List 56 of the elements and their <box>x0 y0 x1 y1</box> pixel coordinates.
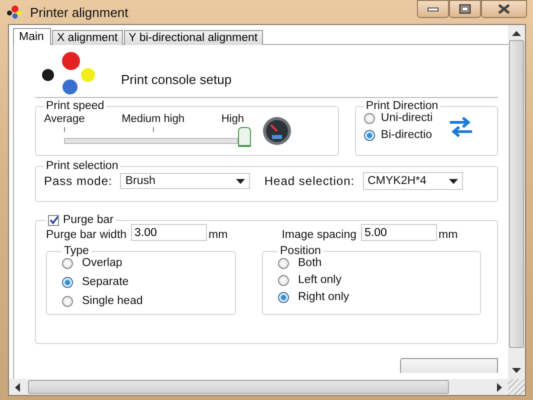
horizontal-scrollbar[interactable] <box>9 379 508 395</box>
slider-thumb[interactable] <box>238 127 251 147</box>
section-heading: Print console setup <box>121 72 232 86</box>
radio-option[interactable]: Bi-directio <box>364 129 443 141</box>
tab[interactable]: Main <box>13 28 51 45</box>
scroll-left-icon <box>15 382 20 392</box>
scroll-down-icon <box>512 368 521 373</box>
radio-option[interactable]: Single head <box>62 295 227 307</box>
radio-option[interactable]: Right only <box>278 291 472 303</box>
scroll-right-icon <box>497 382 502 392</box>
maximize-button[interactable] <box>449 0 481 18</box>
head-selection-dropdown[interactable]: CMYK2H*4 <box>362 172 463 190</box>
tick-label: Medium high <box>122 113 185 125</box>
printer-dots-icon <box>6 5 22 19</box>
tick-mark <box>152 127 154 132</box>
radio-option[interactable]: Both <box>278 257 472 269</box>
tick-mark <box>64 127 65 132</box>
partial-button[interactable] <box>400 358 498 373</box>
radio-option[interactable]: Overlap <box>62 257 227 269</box>
radio-option[interactable]: Separate <box>62 276 227 288</box>
tick-label: Average <box>44 113 85 125</box>
scroll-thumb[interactable] <box>509 40 524 348</box>
tick-label: High <box>221 113 244 125</box>
field-label: Pass mode: <box>44 174 112 188</box>
unit-label: mm <box>208 229 228 241</box>
field-label: Head selection: <box>264 174 355 188</box>
scroll-up-icon <box>512 31 521 36</box>
resize-grip[interactable] <box>508 379 525 395</box>
check-icon <box>49 215 58 225</box>
group-title: Type <box>63 245 90 257</box>
group-title: Print speed <box>45 100 106 112</box>
input-field[interactable]: 3.00 <box>130 224 207 241</box>
pass-mode-dropdown[interactable]: Brush <box>120 173 250 189</box>
maximize-icon <box>459 4 471 14</box>
radio-option[interactable]: Uni-directi <box>364 112 443 124</box>
scroll-thumb[interactable] <box>28 380 449 394</box>
minimize-button[interactable] <box>417 0 449 18</box>
unit-label: mm <box>438 229 458 241</box>
input-field[interactable]: 5.00 <box>360 224 437 241</box>
group-title: Print Direction <box>364 100 440 112</box>
field-label: Purge bar width <box>46 229 127 241</box>
dropdown-caret-icon <box>448 178 458 184</box>
field-label: Image spacing <box>282 229 357 241</box>
group-title: Position <box>279 245 322 257</box>
window-title: Printer alignment <box>30 4 128 20</box>
purge-bar-checkbox[interactable]: Purge bar <box>48 214 114 226</box>
speedometer-icon <box>262 116 292 146</box>
close-button[interactable] <box>481 0 527 18</box>
group-title: Print selection <box>45 160 120 172</box>
radio-option[interactable]: Left only <box>278 274 472 286</box>
dropdown-caret-icon <box>236 178 246 184</box>
close-icon <box>497 4 511 14</box>
tab[interactable]: Y bi-directional alignment <box>124 30 263 45</box>
minimize-icon <box>427 6 439 12</box>
tab[interactable]: X alignment <box>52 30 123 45</box>
vertical-scrollbar[interactable] <box>508 25 525 379</box>
